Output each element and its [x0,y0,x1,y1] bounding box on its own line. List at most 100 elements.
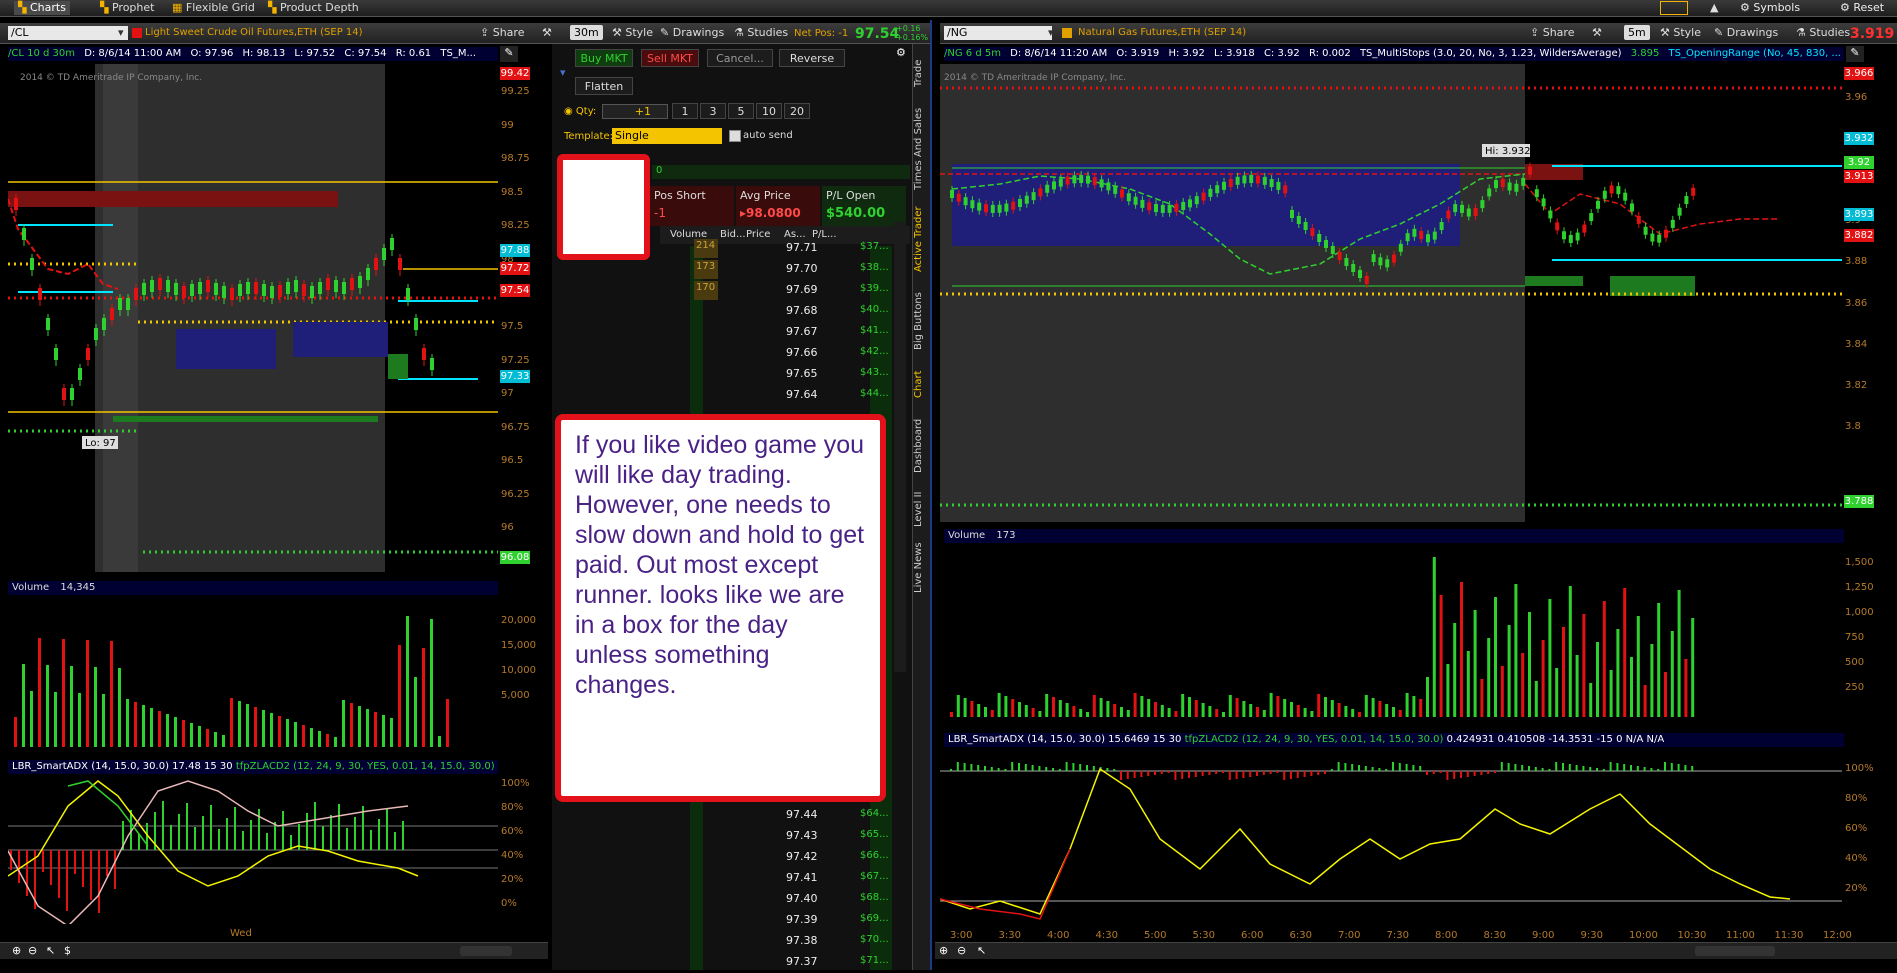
histogram-bar [1548,769,1551,771]
qty-preset-button[interactable]: 1 [672,103,698,119]
info-open: O: 97.96 [190,48,234,59]
ladder-row[interactable]: 97.65 $43... [560,364,892,385]
right-price-chart[interactable]: 2014 © TD Ameritrade IP Company, Inc. Hi… [940,64,1842,522]
tab-charts[interactable]: ▚ Charts [14,1,70,15]
reverse-button[interactable]: Reverse [779,49,845,67]
ladder-row[interactable]: 173 97.70 $38... [560,259,892,280]
dropdown-icon[interactable]: ▾ [118,26,124,39]
template-select[interactable]: Single [612,128,722,144]
period-button[interactable]: 5m [1624,25,1650,40]
cursor-icon[interactable]: ↖ [977,944,986,957]
left-price-axis[interactable]: 99.259998.7598.598.259897.7597.597.25979… [498,64,550,572]
histogram-bar [1058,769,1061,771]
settings-icon[interactable]: ⚒ [538,25,556,40]
side-tab[interactable]: Level II [913,484,931,534]
ladder-row[interactable]: 170 97.69 $39... [560,280,892,301]
tab-prophet[interactable]: ▚ Prophet [96,1,158,15]
period-button[interactable]: 30m [570,25,603,40]
side-tab[interactable]: Active Trader [913,204,931,274]
side-tab[interactable]: Times And Sales [913,104,931,194]
histogram-bar [1065,762,1068,771]
share-button[interactable]: ⇪ Share [476,25,528,40]
ladder-row[interactable]: 97.40 $68... [560,889,892,910]
cursor-icon[interactable]: ↖ [46,944,55,957]
left-volume-chart[interactable] [8,597,498,749]
ladder-row[interactable]: 97.38 $70... [560,931,892,952]
qty-preset-button[interactable]: 20 [784,103,810,119]
info-low: L: 3.918 [1214,48,1255,59]
tab-flexible-grid[interactable]: ▦ Flexible Grid [168,1,259,15]
link-icon[interactable] [1062,28,1072,38]
dollar-icon[interactable]: $ [64,944,71,957]
candle-body [1126,193,1131,202]
right-price-axis[interactable]: 3.963.943.923.93.883.863.843.823.8 3.966… [1842,64,1892,522]
studies-button[interactable]: ⚗ Studies [1792,25,1854,40]
ladder-row[interactable]: 97.66 $42... [560,343,892,364]
zoom-out-icon[interactable]: ⊖ [957,944,966,957]
auto-send-checkbox[interactable] [729,130,741,142]
ladder-scrollbar[interactable] [894,222,906,672]
ladder-row[interactable]: 97.68 $40... [560,301,892,322]
layout-icon[interactable] [1660,1,1688,15]
alert-icon[interactable]: ▲ [1710,1,1718,15]
ladder-row[interactable]: 97.42 $66... [560,847,892,868]
cancel-button[interactable]: Cancel... [707,49,773,67]
settings-icon[interactable]: ⚒ [1588,25,1606,40]
ladder-row[interactable]: 97.67 $41... [560,322,892,343]
qty-preset-button[interactable]: 5 [728,103,754,119]
link-icon[interactable] [132,28,142,38]
zoom-in-icon[interactable]: ⊕ [12,944,21,957]
qty-input[interactable]: +1 [602,104,668,119]
zoom-in-icon[interactable]: ⊕ [939,944,948,957]
symbols-button[interactable]: ⚙ Symbols [1740,1,1800,15]
drawings-button[interactable]: ✎ Drawings [656,25,728,40]
reset-button[interactable]: ⚙ Reset [1840,1,1884,15]
volume-bar [1038,711,1042,717]
scrollbar[interactable] [460,946,512,956]
symbol-input[interactable]: /NG [944,26,1052,40]
qty-preset-button[interactable]: 3 [700,103,726,119]
right-volume-chart[interactable] [940,545,1842,719]
share-button[interactable]: ⇪ Share [1526,25,1578,40]
buy-market-button[interactable]: Buy MKT [575,49,633,67]
scrollbar[interactable] [1695,946,1775,956]
ladder-row[interactable]: 97.41 $67... [560,868,892,889]
tab-product-depth[interactable]: ▚ Product Depth [264,1,363,15]
side-tab[interactable]: Live News [913,538,931,598]
drawings-button[interactable]: ✎ Drawings [1710,25,1782,40]
studies-button[interactable]: ⚗ Studies [730,25,792,40]
dropdown-icon[interactable]: ▾ [1048,26,1054,39]
histogram-bar [1256,771,1258,776]
ladder-row[interactable]: 97.39 $69... [560,910,892,931]
gear-icon[interactable]: ⚙ [896,46,906,59]
flatten-button[interactable]: Flatten [575,77,633,95]
ladder-row[interactable]: 97.44 $64... [560,805,892,826]
right-study-chart[interactable] [940,749,1842,925]
side-tab[interactable]: Big Buttons [913,286,931,356]
sell-market-button[interactable]: Sell MKT [641,49,699,67]
symbol-input[interactable]: /CL [8,26,128,40]
tab-label: Flexible Grid [185,1,255,14]
expand-icon[interactable]: ▾ [560,66,566,79]
drawing-tool-icon[interactable]: ✎ [1846,46,1864,62]
side-tab[interactable]: Trade [913,50,931,96]
side-tab[interactable]: Dashboard [913,416,931,476]
time-tick: 10:00 [1629,930,1658,941]
drawing-tool-icon[interactable]: ✎ [500,46,518,62]
left-price-chart[interactable]: 2014 © TD Ameritrade IP Company, Inc. Lo… [8,64,498,572]
ladder-row[interactable]: 97.64 $44... [560,385,892,406]
qty-preset-button[interactable]: 10 [756,103,782,119]
style-button[interactable]: ⚒ Style [608,25,657,40]
histogram-bar [1494,771,1496,773]
style-button[interactable]: ⚒ Style [1656,25,1705,40]
ladder-pl: $40... [860,304,889,315]
ladder-price: 97.42 [786,850,818,863]
info-date: D: 8/6/14 11:20 AM [1010,48,1108,59]
candle-body [1446,210,1451,219]
side-tab[interactable]: Chart [913,362,931,406]
histogram-bar [1426,771,1428,775]
left-study-chart[interactable] [8,776,498,924]
ladder-row[interactable]: 97.43 $65... [560,826,892,847]
axis-tick: 98.75 [501,153,530,165]
zoom-out-icon[interactable]: ⊖ [28,944,37,957]
